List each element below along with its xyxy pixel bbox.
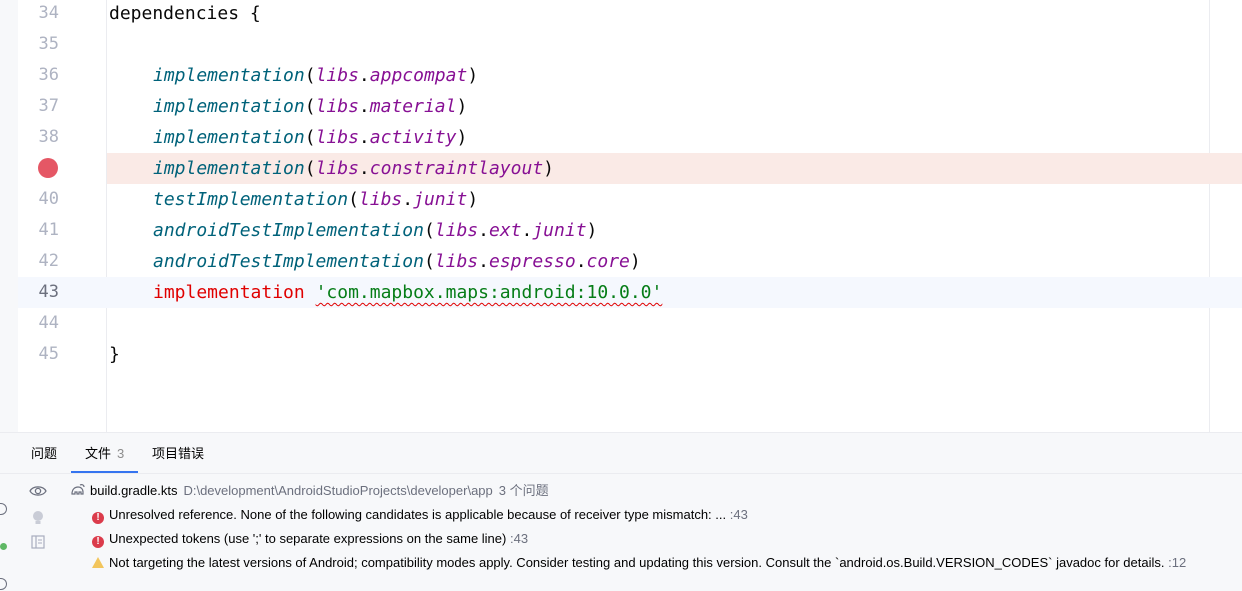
code-function: implementation [153,127,305,148]
tab-label: 项目错误 [152,446,205,461]
tab-label: 文件 [85,446,112,461]
warning-icon [92,557,104,568]
tabs-divider [0,473,1242,474]
right-margin-guide [1209,0,1210,432]
line-number: 44 [38,313,59,333]
problem-item[interactable]: ! Unresolved reference. None of the follo… [92,504,748,526]
code-line[interactable]: implementation(libs.material) [109,91,467,122]
code-line-breakpoint[interactable]: implementation(libs.constraintlayout) [109,153,554,184]
code-function: implementation [153,158,305,179]
tab-count-badge: 3 [117,446,125,461]
error-icon: ! [92,536,104,548]
code-function: androidTestImplementation [153,251,424,272]
tab-file[interactable]: 文件 3 [85,433,124,473]
code-property: ext [488,220,522,241]
preview-icon[interactable] [28,535,48,555]
problems-tabs: 问题 文件 3 项目错误 [0,433,1242,473]
code-property: junit [532,220,587,241]
code-error-token: implementation [153,282,305,303]
file-name: build.gradle.kts [90,483,178,498]
lightbulb-icon[interactable] [28,509,48,529]
code-property: libs [315,96,359,117]
file-path: D:\development\AndroidStudioProjects\dev… [183,483,493,498]
problem-message: Not targeting the latest versions of And… [109,555,1165,570]
breakpoint-icon[interactable] [38,158,58,178]
error-icon: ! [92,512,104,524]
line-number: 36 [38,65,59,85]
editor-left-strip [0,0,18,432]
line-number: 42 [38,251,59,271]
code-property: libs [315,127,359,148]
code-property: libs [358,189,403,210]
code-line[interactable]: androidTestImplementation(libs.ext.junit… [109,215,597,246]
problem-location: :43 [729,507,748,522]
problem-item[interactable]: ! Unexpected tokens (use ';' to separate … [92,528,528,550]
code-function: testImplementation [153,189,349,210]
code-property: libs [434,251,479,272]
code-property: espresso [488,251,576,272]
code-property: material [369,96,457,117]
code-property: activity [369,127,457,148]
code-line[interactable]: dependencies { [109,0,261,29]
line-number: 40 [38,189,59,209]
code-editor[interactable]: 34 35 36 37 38 40 41 42 43 44 45 depende… [0,0,1242,432]
line-number: 45 [38,344,59,364]
edge-tool-icon[interactable] [0,578,7,590]
tab-problems[interactable]: 问题 [31,433,57,473]
line-number: 38 [38,127,59,147]
problem-message: Unresolved reference. None of the follow… [109,507,727,522]
code-line[interactable]: implementation(libs.activity) [109,122,467,153]
line-number: 41 [38,220,59,240]
problem-item[interactable]: Not targeting the latest versions of And… [92,552,1186,574]
tab-project-errors[interactable]: 项目错误 [152,433,204,473]
line-number-current: 43 [38,282,59,302]
code-function: implementation [153,96,305,117]
problem-location: :43 [509,531,529,546]
problem-message: Unexpected tokens (use ';' to separate e… [109,531,507,546]
code-function: implementation [153,65,305,86]
code-line-current[interactable]: implementation 'com.mapbox.maps:android:… [109,277,662,308]
gradle-file-icon [70,482,86,498]
code-property: junit [413,189,468,210]
rerun-icon[interactable] [0,503,7,515]
code-property: libs [434,220,479,241]
problem-count: 3 个问题 [498,483,549,498]
file-group-row[interactable]: build.gradle.kts D:\development\AndroidSt… [70,481,549,501]
code-property: libs [315,65,359,86]
code-string-literal: 'com.mapbox.maps:android:10.0.0' [315,282,663,303]
code-property: core [586,251,630,272]
status-dot-icon [0,543,7,550]
code-line[interactable]: implementation(libs.appcompat) [109,60,478,91]
code-line[interactable]: } [109,339,120,370]
line-number: 37 [38,96,59,116]
code-property: constraintlayout [369,158,544,179]
line-number: 35 [38,34,59,54]
tab-label: 问题 [31,446,58,461]
line-number: 34 [38,3,59,23]
problem-location: :12 [1168,555,1187,570]
problems-panel: 问题 文件 3 项目错误 build.gradle.kts D:\developme… [0,432,1242,591]
code-line[interactable]: testImplementation(libs.junit) [109,184,478,215]
code-line[interactable]: androidTestImplementation(libs.espresso.… [109,246,641,277]
eye-icon[interactable] [28,484,48,504]
code-property: appcompat [369,65,468,86]
code-property: libs [315,158,359,179]
code-function: androidTestImplementation [153,220,424,241]
